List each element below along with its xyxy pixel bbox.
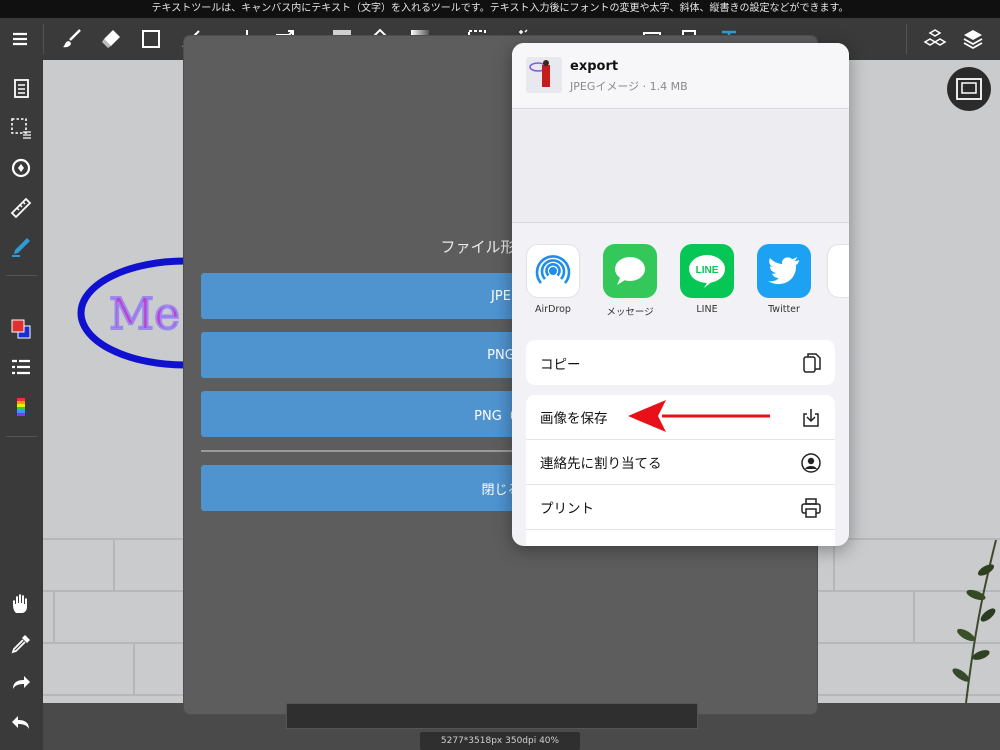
rotate-icon[interactable] [4, 151, 38, 185]
app-messages[interactable]: メッセージ [596, 244, 664, 318]
more-actions-row[interactable] [526, 530, 835, 546]
print-action[interactable]: プリント [526, 485, 835, 530]
share-sheet-header: export JPEGイメージ · 1.4 MB [512, 43, 849, 109]
brick-joint [113, 540, 115, 592]
materials-icon[interactable] [918, 22, 952, 56]
app-label: LINE [696, 304, 718, 315]
red-arrow-annotation [628, 400, 770, 432]
app-partial[interactable] [827, 244, 849, 298]
brush-icon[interactable] [55, 22, 89, 56]
bottom-toolbar [286, 703, 698, 729]
line-icon-text: LINE [696, 265, 719, 276]
brick-joint [833, 540, 835, 592]
layer-list-icon[interactable] [4, 351, 38, 385]
messages-icon [603, 244, 657, 298]
artwork-text: Me [109, 289, 180, 340]
app-twitter[interactable]: Twitter [750, 244, 818, 315]
app-root: テキストツールは、キャンバス内にテキスト（文字）を入れるツールです。テキスト入力… [0, 0, 1000, 750]
action-label: 画像を保存 [540, 411, 608, 427]
toolbar-divider [906, 24, 907, 54]
pen-icon[interactable] [4, 230, 38, 264]
selection-icon[interactable] [4, 111, 38, 145]
airdrop-icon [526, 244, 580, 298]
tool-hint-bar: テキストツールは、キャンバス内にテキスト（文字）を入れるツールです。テキスト入力… [0, 0, 1000, 18]
app-label: Twitter [768, 304, 800, 315]
brick-joint [53, 592, 55, 644]
twitter-icon [757, 244, 811, 298]
eyedropper-icon[interactable] [4, 627, 38, 661]
plant-image [952, 540, 997, 703]
brick-joint [133, 644, 135, 696]
action-label: コピー [540, 356, 581, 373]
app-label: AirDrop [535, 304, 571, 315]
share-actions-copy: コピー [526, 340, 835, 385]
redo-icon[interactable] [4, 666, 38, 700]
line-icon: LINE [680, 244, 734, 298]
page-icon[interactable] [4, 71, 38, 105]
share-preview-area [512, 110, 849, 223]
menu-icon[interactable] [3, 22, 37, 56]
app-airdrop[interactable]: AirDrop [519, 244, 587, 315]
file-name: export [570, 59, 619, 74]
action-label: 連絡先に割り当てる [540, 456, 662, 472]
copy-icon [803, 353, 821, 373]
undo-icon[interactable] [4, 706, 38, 740]
color-swatch-icon[interactable] [4, 312, 38, 346]
assign-contact-action[interactable]: 連絡先に割り当てる [526, 440, 835, 485]
ruler-icon[interactable] [4, 191, 38, 225]
share-sheet: export JPEGイメージ · 1.4 MB AirDrop メッセージ L… [512, 43, 849, 546]
file-thumbnail [526, 57, 562, 93]
app-line[interactable]: LINE LINE [673, 244, 741, 315]
sidebar-divider [6, 436, 37, 437]
hand-icon[interactable] [4, 587, 38, 621]
toolbar-divider [43, 24, 44, 54]
share-app-row: AirDrop メッセージ LINE LINE Twitter [512, 224, 849, 324]
copy-action[interactable]: コピー [526, 340, 835, 385]
brick-joint [913, 592, 915, 644]
file-meta: JPEGイメージ · 1.4 MB [570, 80, 688, 93]
canvas-size-status: 5277*3518px 350dpi 40% [420, 732, 580, 750]
action-label: プリント [540, 501, 594, 517]
navigator-icon [956, 78, 982, 100]
navigator-button[interactable] [947, 67, 991, 111]
layers-icon[interactable] [956, 22, 990, 56]
left-sidebar [0, 60, 43, 750]
contact-icon [801, 453, 821, 473]
app-label: メッセージ [606, 307, 654, 318]
eraser-icon[interactable] [94, 22, 128, 56]
rectangle-icon[interactable] [134, 22, 168, 56]
print-icon [801, 498, 821, 518]
sidebar-divider [6, 275, 37, 276]
color-palette-icon[interactable] [4, 390, 38, 424]
save-image-icon [803, 409, 819, 427]
partial-app-icon [827, 244, 849, 298]
